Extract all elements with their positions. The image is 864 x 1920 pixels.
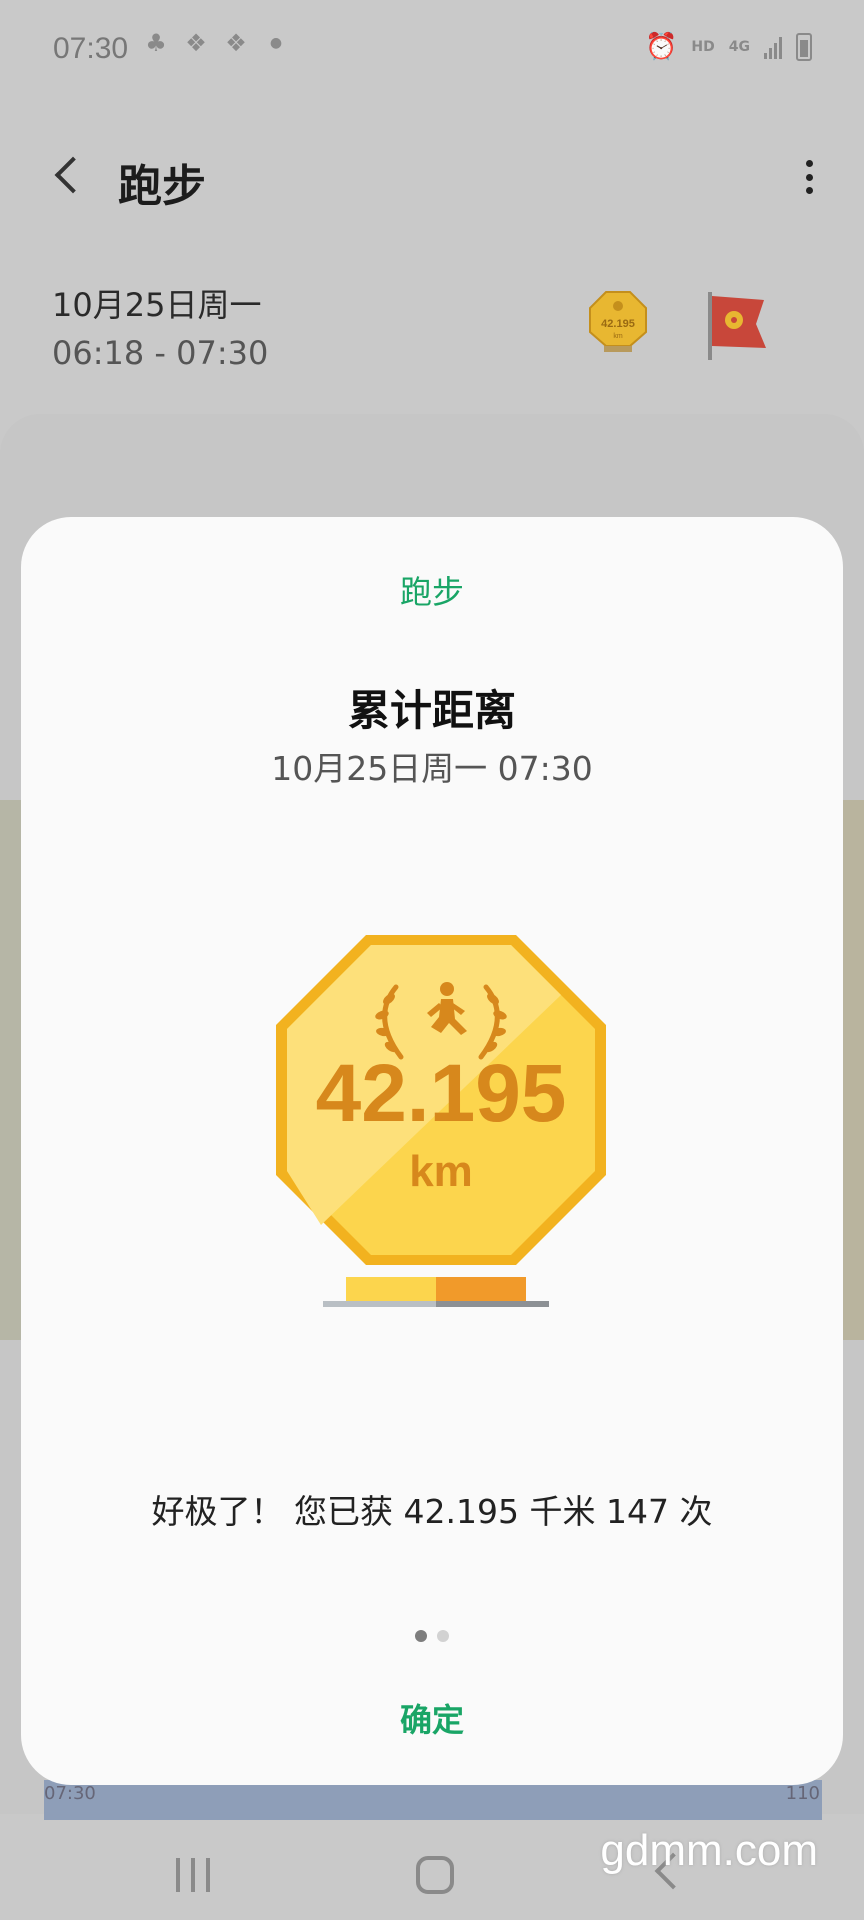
graph-start-label: 07:30 <box>44 1783 96 1804</box>
recent-apps-button[interactable] <box>176 1858 210 1892</box>
notification-icon: ❖ <box>185 29 207 57</box>
more-options-button[interactable] <box>794 154 824 200</box>
badge-distance: 42.195 <box>315 1048 567 1139</box>
network-4g-label: 4G <box>728 39 750 55</box>
dialog-datetime: 10月25日周一 07:30 <box>271 749 593 788</box>
alarm-icon: ⏰ <box>645 32 678 62</box>
back-button[interactable] <box>42 150 92 200</box>
notification-icons: ♣ ❖ ❖ ● <box>143 30 289 56</box>
dialog-title: 累计距离 <box>347 686 516 735</box>
mini-badge-value: 42.195 <box>601 318 635 330</box>
route-flag-icon[interactable] <box>704 290 774 362</box>
graph-end-label: 110 <box>785 1783 820 1804</box>
dialog-category: 跑步 <box>399 573 464 611</box>
achievement-message: 好极了！ 您已获 42.195 千米 147 次 <box>151 1492 713 1531</box>
battery-icon <box>796 33 812 61</box>
heart-rate-graph <box>44 1780 822 1820</box>
badge-unit: km <box>409 1147 473 1196</box>
page-indicator[interactable] <box>21 1630 843 1642</box>
confirm-button[interactable]: 确定 <box>332 1683 532 1753</box>
home-button[interactable] <box>416 1856 454 1894</box>
notification-icon: ❖ <box>225 29 247 57</box>
status-time: 07:30 <box>53 32 129 65</box>
achievement-dialog: 跑步 累计距离 10月25日周一 07:30 42.195 km 好极了！ 您已… <box>21 517 843 1785</box>
map-edge <box>840 800 864 1340</box>
system-icons: ⏰ HD 4G <box>645 32 812 62</box>
app-header: 跑步 <box>0 120 864 230</box>
page-dot-active[interactable] <box>415 1630 427 1642</box>
map-edge <box>0 800 22 1340</box>
session-date: 10月25日周一 <box>52 286 262 324</box>
signal-icon <box>764 35 782 59</box>
mini-medal-icon[interactable]: 42.195 km <box>588 290 648 354</box>
mini-badge-unit: km <box>613 333 623 340</box>
status-bar: 07:30 ♣ ❖ ❖ ● ⏰ HD 4G <box>0 0 864 100</box>
page-dot[interactable] <box>437 1630 449 1642</box>
hd-label: HD <box>691 39 715 55</box>
page-title: 跑步 <box>118 161 206 212</box>
watermark-text: gdmm.com <box>600 1826 818 1875</box>
achievement-badge: 42.195 km <box>261 907 621 1307</box>
notification-icon: ♣ <box>145 29 167 57</box>
more-notifications-icon: ● <box>269 35 283 51</box>
session-time-range: 06:18 - 07:30 <box>52 334 269 372</box>
